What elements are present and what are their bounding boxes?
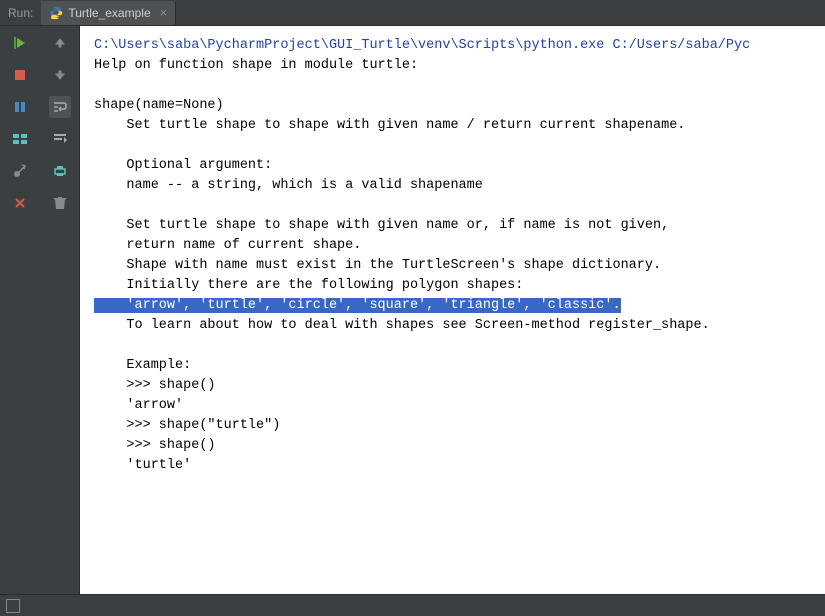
console-line: >>> shape("turtle") bbox=[94, 418, 280, 433]
console-line: return name of current shape. bbox=[94, 238, 361, 253]
attach-button[interactable] bbox=[9, 160, 31, 182]
console-line: 'arrow' bbox=[94, 398, 183, 413]
python-file-icon bbox=[49, 6, 63, 20]
down-arrow-icon[interactable] bbox=[49, 64, 71, 86]
run-sidebar-right bbox=[40, 26, 80, 594]
up-arrow-icon[interactable] bbox=[49, 32, 71, 54]
console-line: Optional argument: bbox=[94, 158, 272, 173]
status-bar bbox=[0, 594, 825, 616]
console-output[interactable]: C:\Users\saba\PycharmProject\GUI_Turtle\… bbox=[80, 26, 825, 594]
console-line: Example: bbox=[94, 358, 191, 373]
soft-wrap-button[interactable] bbox=[49, 96, 71, 118]
status-structure-icon[interactable] bbox=[6, 599, 20, 613]
rerun-button[interactable] bbox=[9, 32, 31, 54]
scroll-to-end-button[interactable] bbox=[49, 128, 71, 150]
run-label: Run: bbox=[0, 6, 41, 20]
pause-button[interactable] bbox=[9, 96, 31, 118]
console-line-selected: 'arrow', 'turtle', 'circle', 'square', '… bbox=[94, 298, 621, 313]
run-tool-body: C:\Users\saba\PycharmProject\GUI_Turtle\… bbox=[0, 26, 825, 594]
console-line: name -- a string, which is a valid shape… bbox=[94, 178, 483, 193]
console-line: shape(name=None) bbox=[94, 98, 224, 113]
console-line: 'turtle' bbox=[94, 458, 191, 473]
run-sidebar-left bbox=[0, 26, 40, 594]
console-line: Initially there are the following polygo… bbox=[94, 278, 523, 293]
run-tool-tabbar: Run: Turtle_example × bbox=[0, 0, 825, 26]
command-line: C:\Users\saba\PycharmProject\GUI_Turtle\… bbox=[94, 38, 750, 53]
console-line: >>> shape() bbox=[94, 438, 216, 453]
stop-button[interactable] bbox=[9, 64, 31, 86]
console-line: Set turtle shape to shape with given nam… bbox=[94, 118, 685, 133]
exit-button[interactable] bbox=[9, 192, 31, 214]
print-button[interactable] bbox=[49, 160, 71, 182]
layout-button[interactable] bbox=[9, 128, 31, 150]
console-line: Help on function shape in module turtle: bbox=[94, 58, 418, 73]
console-line: >>> shape() bbox=[94, 378, 216, 393]
run-tab[interactable]: Turtle_example × bbox=[41, 1, 176, 25]
console-line: Set turtle shape to shape with given nam… bbox=[94, 218, 669, 233]
run-tab-label: Turtle_example bbox=[68, 6, 150, 20]
console-line: Shape with name must exist in the Turtle… bbox=[94, 258, 661, 273]
console-line: To learn about how to deal with shapes s… bbox=[94, 318, 710, 333]
trash-icon[interactable] bbox=[49, 192, 71, 214]
close-icon[interactable]: × bbox=[156, 5, 168, 20]
